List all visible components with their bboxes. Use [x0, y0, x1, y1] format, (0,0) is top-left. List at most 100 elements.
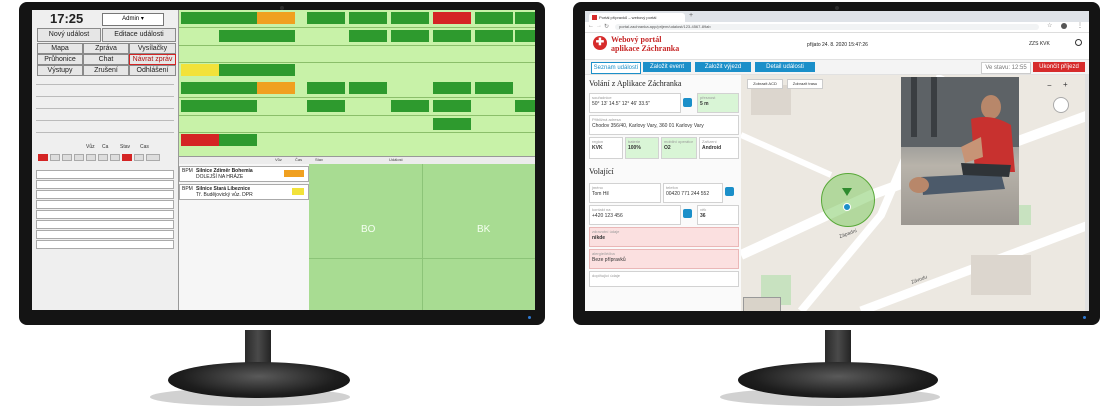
list-item[interactable]: [36, 170, 174, 179]
unit-tile[interactable]: [515, 12, 535, 24]
unit-tile[interactable]: [433, 118, 471, 130]
list-item[interactable]: [36, 190, 174, 199]
unit-tile[interactable]: [257, 64, 295, 76]
coordinates-label: souřadnice: [592, 95, 612, 100]
filter-chip[interactable]: [74, 154, 84, 161]
unit-tile[interactable]: [433, 82, 471, 94]
menu-logout-button[interactable]: Odhlášení: [129, 65, 176, 76]
unit-tile[interactable]: [391, 100, 429, 112]
end-arrival-button[interactable]: Ukončit příjezd: [1033, 62, 1085, 72]
unit-tile[interactable]: [349, 12, 387, 24]
menu-chat-button[interactable]: Chat: [83, 54, 129, 65]
zoom-in-icon[interactable]: +: [1063, 80, 1068, 89]
unit-tile[interactable]: [307, 82, 345, 94]
url-input[interactable]: portal.zachranka.app/prijem/udalost/123-…: [615, 24, 1039, 30]
filter-chip[interactable]: [98, 154, 108, 161]
unit-tile[interactable]: [181, 82, 219, 94]
user-select[interactable]: Admin ▾: [102, 13, 164, 26]
filter-chip[interactable]: [134, 154, 144, 161]
unit-tile[interactable]: [257, 30, 295, 42]
back-icon[interactable]: ←: [588, 23, 594, 29]
nav-events-list-button[interactable]: Seznam událostí: [591, 62, 641, 74]
unit-tile[interactable]: [219, 134, 257, 146]
unit-tile[interactable]: [433, 100, 471, 112]
menu-map-button[interactable]: Mapa: [37, 43, 83, 54]
map-btn-route[interactable]: Zobrazit trasu: [787, 79, 823, 89]
filter-chip[interactable]: [146, 154, 160, 161]
menu-message-button[interactable]: Zpráva: [83, 43, 129, 54]
new-event-button[interactable]: Nový událost: [37, 28, 101, 42]
unit-tile[interactable]: [307, 12, 345, 24]
unit-tile[interactable]: [349, 82, 387, 94]
divider: [36, 120, 174, 121]
unit-tile[interactable]: [181, 134, 219, 146]
unit-tile[interactable]: [181, 64, 219, 76]
browser-tab[interactable]: Portál přípravků – webový portál: [589, 13, 685, 22]
unit-tile[interactable]: [475, 12, 513, 24]
filter-chip[interactable]: [62, 154, 72, 161]
list-item[interactable]: [36, 220, 174, 229]
unit-tile[interactable]: [257, 12, 295, 24]
reload-icon[interactable]: ↻: [604, 23, 609, 30]
map-view[interactable]: Zobrazit ACD Zobrazit trasu Západní Závo…: [741, 75, 1089, 311]
filter-chip[interactable]: [110, 154, 120, 161]
unit-tile[interactable]: [219, 82, 257, 94]
menu-return-button[interactable]: Návrat zpráv: [129, 54, 176, 65]
new-tab-icon[interactable]: +: [689, 12, 693, 19]
more-icon[interactable]: ⋮: [1077, 22, 1083, 29]
zoom-out-icon[interactable]: −: [1047, 81, 1052, 90]
star-icon[interactable]: ☆: [1047, 22, 1052, 29]
unit-tile[interactable]: [475, 30, 513, 42]
unit-tile[interactable]: [391, 12, 429, 24]
unit-tile[interactable]: [219, 64, 257, 76]
minimap[interactable]: [743, 297, 781, 311]
filter-chip[interactable]: [38, 154, 48, 161]
nav-event-detail-button[interactable]: Detail události: [755, 62, 815, 72]
caller-marker-icon[interactable]: [843, 203, 851, 211]
unit-tile[interactable]: [515, 100, 535, 112]
nav-create-dispatch-button[interactable]: Založit výjezd: [695, 62, 751, 72]
scrollbar[interactable]: [1085, 75, 1089, 311]
list-item[interactable]: [36, 240, 174, 249]
menu-cancel-button[interactable]: Zrušení: [83, 65, 129, 76]
forward-icon[interactable]: →: [596, 23, 602, 29]
filter-chip[interactable]: [86, 154, 96, 161]
list-item[interactable]: BPM Silnice Stará Líbeznice Tř. Budějovi…: [179, 184, 309, 200]
menu-pruhonice-button[interactable]: Průhonice: [37, 54, 83, 65]
nav-create-event-button[interactable]: Založit event: [643, 62, 691, 72]
power-icon[interactable]: [1075, 39, 1082, 46]
unit-tile[interactable]: [307, 100, 345, 112]
menu-outputs-button[interactable]: Výstupy: [37, 65, 83, 76]
unit-tile[interactable]: [433, 12, 471, 24]
unit-tile[interactable]: [219, 100, 257, 112]
menu-radio-button[interactable]: Vysílačky: [129, 43, 176, 54]
copy-coordinates-button[interactable]: [683, 98, 692, 107]
unit-tile[interactable]: [257, 82, 295, 94]
filter-chips[interactable]: [38, 154, 172, 161]
unit-tile[interactable]: [219, 30, 257, 42]
unit-tile[interactable]: [515, 30, 535, 42]
list-item[interactable]: [36, 200, 174, 209]
filter-chip[interactable]: [122, 154, 132, 161]
call-contact-button[interactable]: [683, 209, 692, 218]
map-btn-acd[interactable]: Zobrazit ACD: [747, 79, 783, 89]
unit-tile[interactable]: [391, 30, 429, 42]
map-area[interactable]: BO BK: [309, 164, 535, 310]
unit-tile[interactable]: [475, 82, 513, 94]
profile-icon[interactable]: [1061, 23, 1067, 29]
list-item[interactable]: [36, 230, 174, 239]
filter-chip[interactable]: [50, 154, 60, 161]
divider: [36, 132, 174, 133]
location-pin-icon[interactable]: [842, 188, 852, 196]
unit-tile[interactable]: [349, 30, 387, 42]
list-item[interactable]: [36, 210, 174, 219]
unit-tile[interactable]: [181, 12, 219, 24]
unit-tile[interactable]: [219, 12, 257, 24]
unit-tile[interactable]: [433, 30, 471, 42]
edit-event-button[interactable]: Editace události: [102, 28, 176, 42]
list-item[interactable]: BPM Silnice Zdiměr Bohemia DOLEJŠÍ NA HR…: [179, 166, 309, 182]
call-phone-button[interactable]: [725, 187, 734, 196]
unit-tile[interactable]: [181, 100, 219, 112]
list-item[interactable]: [36, 180, 174, 189]
compass-icon[interactable]: [1053, 97, 1069, 113]
